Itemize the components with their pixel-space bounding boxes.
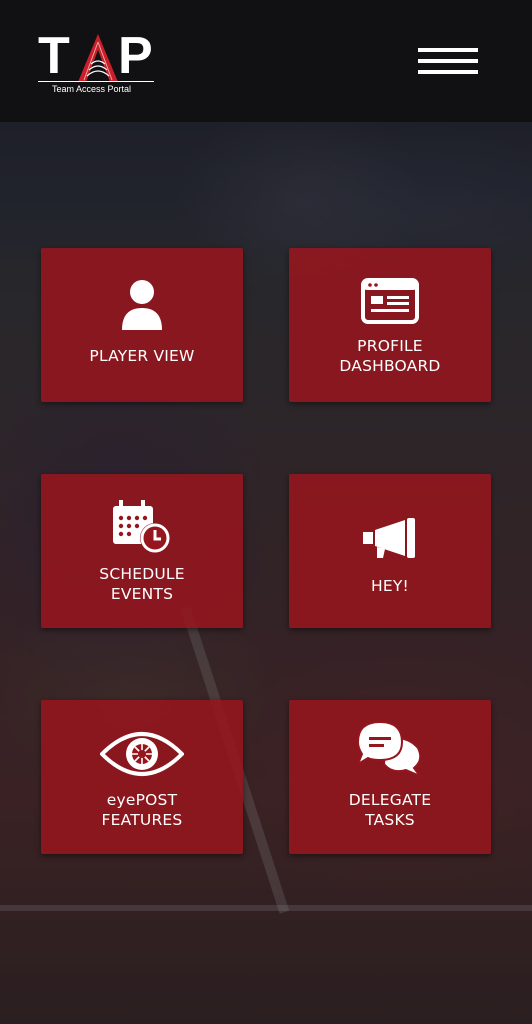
profile-card-icon [289, 278, 491, 324]
logo-tagline: Team Access Portal [52, 84, 132, 94]
eye-icon [41, 730, 243, 778]
schedule-events-tile[interactable]: SCHEDULE EVENTS [41, 474, 243, 628]
calendar-clock-icon [41, 500, 243, 554]
player-view-label: PLAYER VIEW [89, 347, 195, 365]
hamburger-menu-icon[interactable] [412, 44, 484, 80]
app-header: T P Team Access Portal [0, 0, 532, 122]
delegate-tasks-label: DELEGATE TASKS [348, 791, 432, 829]
logo-letter-t: T [38, 27, 70, 85]
chat-bubbles-icon [289, 720, 491, 778]
delegate-tasks-tile[interactable]: DELEGATE TASKS [289, 700, 491, 854]
profile-dashboard-label: PROFILE DASHBOARD [339, 337, 441, 375]
megaphone-icon [289, 518, 491, 558]
tap-logo[interactable]: T P Team Access Portal [38, 30, 158, 100]
schedule-events-label: SCHEDULE EVENTS [99, 565, 185, 603]
hey-tile[interactable]: HEY! [289, 474, 491, 628]
logo-underline [38, 81, 154, 82]
eyepost-features-tile[interactable]: eyePOST FEATURES [41, 700, 243, 854]
profile-dashboard-tile[interactable]: PROFILE DASHBOARD [289, 248, 491, 402]
logo-letter-a-icon [78, 34, 118, 82]
eyepost-features-label: eyePOST FEATURES [101, 791, 183, 829]
hey-label: HEY! [371, 577, 409, 595]
user-icon [41, 278, 243, 332]
player-view-tile[interactable]: PLAYER VIEW [41, 248, 243, 402]
logo-letter-p: P [118, 27, 153, 85]
